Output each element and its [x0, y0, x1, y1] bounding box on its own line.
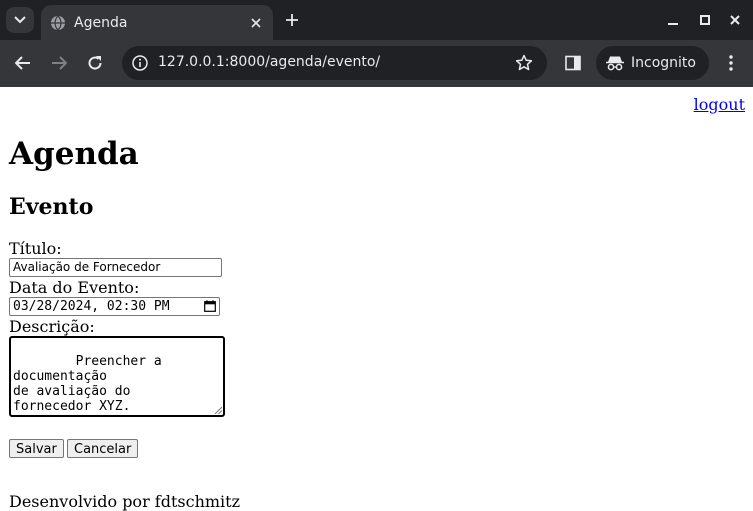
tab-strip: Agenda: [0, 0, 753, 40]
maximize-icon: [700, 15, 710, 25]
incognito-label: Incognito: [631, 55, 696, 71]
calendar-icon[interactable]: [204, 300, 216, 312]
more-vertical-icon: [729, 55, 733, 71]
page-title: Agenda: [9, 136, 139, 172]
incognito-indicator[interactable]: Incognito: [596, 46, 709, 80]
arrow-left-icon: [15, 56, 30, 70]
plus-icon: [286, 14, 298, 26]
address-bar[interactable]: 127.0.0.1:8000/agenda/evento/: [122, 46, 547, 80]
descricao-textarea[interactable]: Preencher a documentação de avaliação do…: [9, 336, 225, 417]
tab-title: Agenda: [74, 14, 128, 31]
side-panel-icon: [565, 55, 581, 71]
tab-agenda[interactable]: Agenda: [41, 5, 273, 40]
minimize-icon: [668, 23, 678, 25]
url-text[interactable]: 127.0.0.1:8000/agenda/evento/: [158, 54, 380, 70]
arrow-right-icon: [52, 56, 67, 70]
data-evento-input[interactable]: 03/28/2024, 02:30 PM: [9, 297, 220, 316]
close-icon: [730, 15, 740, 25]
footer-credit: Desenvolvido por fdtschmitz: [9, 492, 241, 511]
site-info-icon[interactable]: [131, 54, 149, 72]
side-panel-button[interactable]: [564, 54, 582, 72]
data-evento-label: Data do Evento:: [9, 278, 140, 297]
forward-button[interactable]: [50, 54, 68, 72]
titulo-input[interactable]: Avaliação de Fornecedor: [9, 258, 222, 277]
maximize-button[interactable]: [697, 12, 713, 28]
new-tab-button[interactable]: [283, 11, 301, 29]
resize-handle-icon[interactable]: [215, 407, 222, 414]
reload-icon: [88, 56, 102, 70]
titulo-label: Título:: [9, 239, 62, 258]
back-button[interactable]: [14, 54, 32, 72]
incognito-icon: [605, 54, 625, 72]
tab-search-button[interactable]: [6, 7, 34, 33]
section-title: Evento: [9, 194, 94, 220]
browser-toolbar: 127.0.0.1:8000/agenda/evento/ Incognito: [0, 40, 753, 87]
reload-button[interactable]: [86, 54, 104, 72]
close-window-button[interactable]: [727, 12, 743, 28]
save-button[interactable]: Salvar: [9, 439, 64, 458]
chevron-down-icon: [14, 16, 26, 24]
descricao-label: Descrição:: [9, 317, 95, 336]
star-icon[interactable]: [515, 54, 533, 72]
close-icon[interactable]: [248, 15, 264, 31]
minimize-button[interactable]: [665, 12, 681, 28]
browser-menu-button[interactable]: [722, 54, 740, 72]
data-evento-value: 03/28/2024, 02:30 PM: [13, 299, 170, 314]
page-content: logout Agenda Evento Título: Avaliação d…: [0, 87, 753, 511]
cancel-button[interactable]: Cancelar: [67, 439, 139, 458]
descricao-value: Preencher a documentação de avaliação do…: [13, 354, 162, 414]
logout-link[interactable]: logout: [694, 95, 745, 114]
browser-chrome: Agenda 127.0.0.1:8000/agenda/evento/ Inc…: [0, 0, 753, 87]
globe-icon: [50, 15, 66, 31]
